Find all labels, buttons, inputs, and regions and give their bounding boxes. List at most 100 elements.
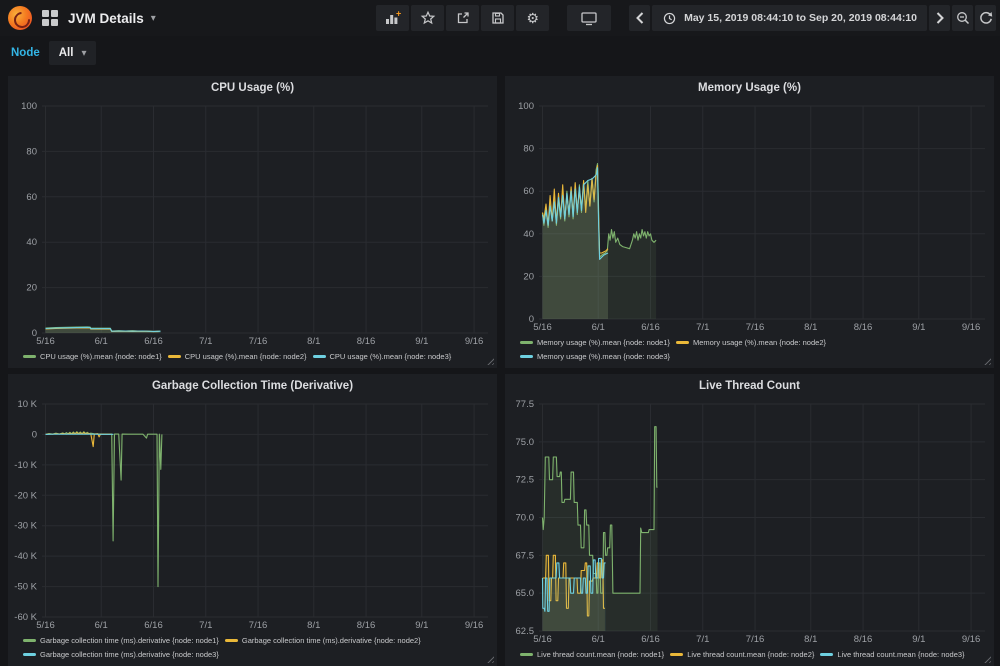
axis-tick-label: -50 K [14,582,37,593]
legend-row: Memory usage (%).mean {node: node1} Memor… [520,335,994,349]
axis-tick-label: 7/1 [199,620,212,631]
axis-tick-label: 6/1 [95,620,108,631]
axis-tick-label: 9/16 [962,322,981,333]
axis-tick-label: 5/16 [533,634,552,645]
legend-item[interactable]: Live thread count.mean {node: node3} [820,650,964,659]
legend-series-name: Memory usage (%).mean {node: node1} [537,338,670,347]
axis-tick-label: 8/1 [804,322,817,333]
legend-item[interactable]: Live thread count.mean {node: node2} [670,650,814,659]
chart-svg: 0204060801005/166/16/167/17/168/18/169/1… [505,98,994,335]
axis-tick-label: 7/16 [746,634,765,645]
legend-row: Memory usage (%).mean {node: node3} [520,349,994,363]
live-thread-count-chart[interactable]: 62.5 65.0 67.5 70.0 72.5 75.0 77.5 5/16 6/1 6/16 7… [505,396,994,647]
legend: CPU usage (%).mean {node: node1} CPU usag… [8,349,497,368]
axis-tick-label: 8/16 [854,322,873,333]
axis-tick-label: 60 [523,186,534,197]
legend-item[interactable]: Garbage collection time (ms).derivative … [225,636,421,645]
axis-tick-label: 6/16 [144,620,163,631]
axis-tick-label: 67.5 [516,550,535,561]
axis-tick-label: 40 [523,229,534,240]
legend-series-color [23,653,36,656]
axis-tick-label: 20 [26,283,37,294]
legend-series-color [23,355,36,358]
legend-item[interactable]: Memory usage (%).mean {node: node3} [520,352,670,361]
axis-tick-label: 72.5 [516,475,535,486]
axis-tick-label: 7/16 [249,336,268,347]
legend-item[interactable]: CPU usage (%).mean {node: node3} [313,352,452,361]
legend-series-name: CPU usage (%).mean {node: node1} [40,352,162,361]
legend-series-color [520,341,533,344]
axis-tick-label: 7/1 [199,336,212,347]
legend-item[interactable]: CPU usage (%).mean {node: node1} [23,352,162,361]
axis-tick-label: 77.5 [516,399,535,410]
legend-series-color [820,653,833,656]
axis-tick-label: 40 [26,237,37,248]
legend-series-color [670,653,683,656]
axis-tick-label: 70.0 [516,513,535,524]
axis-tick-label: 9/1 [912,322,925,333]
legend-item[interactable]: Garbage collection time (ms).derivative … [23,636,219,645]
dashboard-grid: CPU Usage (%) 0 20 40 60 80 100 5/16 6/1 6/16 7/1… [0,0,1000,662]
legend-series-name: Live thread count.mean {node: node2} [687,650,814,659]
axis-tick-label: 9/16 [465,620,484,631]
axis-tick-label: 7/1 [696,634,709,645]
legend-series-color [225,639,238,642]
memory-usage-chart[interactable]: 0204060801005/166/16/167/17/168/18/169/1… [505,98,994,335]
axis-tick-label: 8/16 [357,336,376,347]
axis-tick-label: 9/16 [465,336,484,347]
chart-svg: 10 K0-10 K-20 K-30 K-40 K-50 K-60 K5/166… [8,396,497,633]
legend-series-name: Live thread count.mean {node: node1} [537,650,664,659]
axis-tick-label: 100 [21,101,37,112]
legend-series-color [520,355,533,358]
axis-tick-label: 80 [523,144,534,155]
legend-item[interactable]: CPU usage (%).mean {node: node2} [168,352,307,361]
panel-title[interactable]: Live Thread Count [505,374,994,396]
gc-time-chart[interactable]: 10 K0-10 K-20 K-30 K-40 K-50 K-60 K5/166… [8,396,497,633]
axis-tick-label: -10 K [14,460,37,471]
legend-series-name: Garbage collection time (ms).derivative … [242,636,421,645]
axis-tick-label: 5/16 [36,620,55,631]
legend-series-name: Garbage collection time (ms).derivative … [40,650,219,659]
axis-tick-label: 9/1 [912,634,925,645]
axis-tick-label: 6/1 [592,322,605,333]
axis-tick-label: 8/16 [854,634,873,645]
panel-gc-time: Garbage Collection Time (Derivative) 10 … [8,374,497,666]
legend-series-name: Live thread count.mean {node: node3} [837,650,964,659]
axis-tick-label: 8/16 [357,620,376,631]
legend: Memory usage (%).mean {node: node1} Memor… [505,335,994,368]
panel-title[interactable]: Garbage Collection Time (Derivative) [8,374,497,396]
axis-tick-label: 8/1 [307,620,320,631]
axis-tick-label: 75.0 [516,437,535,448]
series-line [46,432,162,587]
legend-series-color [168,355,181,358]
axis-tick-label: 6/16 [641,634,660,645]
legend-series-name: Garbage collection time (ms).derivative … [40,636,219,645]
legend-row: CPU usage (%).mean {node: node1} CPU usag… [23,349,497,363]
axis-tick-label: 20 [523,271,534,282]
panel-title[interactable]: CPU Usage (%) [8,76,497,98]
legend-item[interactable]: Live thread count.mean {node: node1} [520,650,664,659]
panel-title[interactable]: Memory Usage (%) [505,76,994,98]
legend-series-name: CPU usage (%).mean {node: node2} [185,352,307,361]
axis-tick-label: 9/16 [962,634,981,645]
panel-cpu-usage: CPU Usage (%) 0204060801005/166/16/167/1… [8,76,497,368]
axis-tick-label: 6/1 [592,634,605,645]
legend-item[interactable]: Memory usage (%).mean {node: node2} [676,338,826,347]
axis-tick-label: 6/16 [641,322,660,333]
cpu-usage-chart[interactable]: 0204060801005/166/16/167/17/168/18/169/1… [8,98,497,349]
axis-tick-label: 6/16 [144,336,163,347]
axis-tick-label: 80 [26,146,37,157]
axis-tick-label: 5/16 [36,336,55,347]
legend-item[interactable]: Memory usage (%).mean {node: node1} [520,338,670,347]
legend-item[interactable]: Garbage collection time (ms).derivative … [23,650,219,659]
chart-svg: 0204060801005/166/16/167/17/168/18/169/1… [8,98,497,349]
axis-tick-label: -40 K [14,551,37,562]
axis-tick-label: 8/1 [307,336,320,347]
axis-tick-label: 65.0 [516,588,535,599]
legend-series-color [23,639,36,642]
axis-tick-label: 0 [32,429,37,440]
legend-series-name: Memory usage (%).mean {node: node3} [537,352,670,361]
panel-live-thread-count: Live Thread Count 62.5 65.0 67.5 70.0 72.5 75… [505,374,994,666]
axis-tick-label: 5/16 [533,322,552,333]
axis-tick-label: 62.5 [516,626,535,637]
